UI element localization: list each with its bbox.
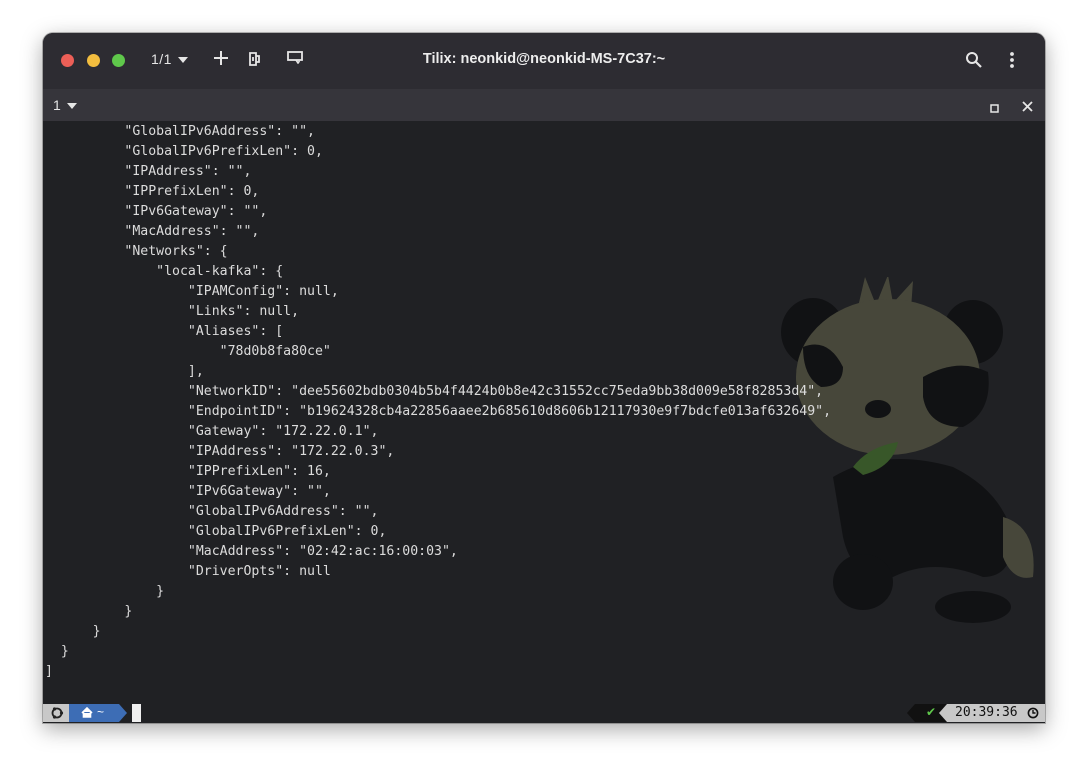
terminal-line: "Networks": {: [45, 244, 228, 259]
clock-icon: [1027, 707, 1039, 719]
search-icon[interactable]: [965, 51, 982, 73]
terminal-line: "GlobalIPv6Address": "",: [45, 504, 379, 519]
terminal-line: "local-kafka": {: [45, 264, 284, 279]
terminal-line: }: [45, 644, 69, 659]
clock-time: 20:39:36: [955, 705, 1018, 720]
terminal-line: "MacAddress": "02:42:ac:16:00:03",: [45, 544, 458, 559]
terminal-line: "IPAMConfig": null,: [45, 284, 339, 299]
terminal-tab-selector[interactable]: 1: [53, 97, 77, 113]
terminal-line: "GlobalIPv6Address": "",: [45, 124, 315, 139]
segment-separator: [119, 704, 127, 722]
terminal-tab-label: 1: [53, 97, 61, 113]
text-cursor: [132, 704, 141, 722]
terminal-line: "GlobalIPv6PrefixLen": 0,: [45, 144, 323, 159]
terminal-line: "IPv6Gateway": "",: [45, 204, 268, 219]
os-segment: [43, 704, 69, 722]
check-icon: ✔: [926, 705, 937, 719]
chevron-down-icon: [66, 103, 77, 110]
terminal-line: "Links": null,: [45, 304, 300, 319]
terminal-line: }: [45, 624, 101, 639]
terminal-line: "MacAddress": "",: [45, 224, 260, 239]
segment-separator: [939, 704, 947, 722]
ubuntu-logo-icon: [51, 707, 64, 719]
terminal-line: "IPv6Gateway": "",: [45, 484, 331, 499]
home-dir-segment: ~: [69, 704, 119, 722]
terminal-line: "IPPrefixLen": 0,: [45, 184, 260, 199]
terminal-line: "DriverOpts": null: [45, 564, 331, 579]
terminal-line: "IPAddress": "172.22.0.3",: [45, 444, 395, 459]
terminal-line: "Gateway": "172.22.0.1",: [45, 424, 379, 439]
terminal-line: }: [45, 584, 165, 599]
menu-kebab-icon[interactable]: [1009, 51, 1015, 74]
terminal-line: "IPAddress": "",: [45, 164, 252, 179]
terminal-line: "EndpointID": "b19624328cb4a22856aaee2b6…: [45, 404, 832, 419]
terminal-window: 1/1 Tilix: neonkid@neonkid-MS-7C37:~ 1 "…: [43, 33, 1045, 723]
terminal-line: "NetworkID": "dee55602bdb0304b5b4f4424b0…: [45, 384, 824, 399]
title-bar[interactable]: 1/1 Tilix: neonkid@neonkid-MS-7C37:~: [43, 33, 1045, 89]
terminal-line: ]: [45, 664, 53, 679]
window-title: Tilix: neonkid@neonkid-MS-7C37:~: [422, 51, 666, 67]
terminal-output-area[interactable]: "GlobalIPv6Address": "", "GlobalIPv6Pref…: [43, 121, 1045, 703]
terminal-line: "IPPrefixLen": 16,: [45, 464, 331, 479]
powerline-prompt: ~ ✔ 20:39:36: [43, 703, 1045, 723]
terminal-line: "78d0b8fa80ce": [45, 344, 331, 359]
terminal-line: }: [45, 604, 133, 619]
maximize-terminal-icon[interactable]: [990, 100, 999, 118]
close-terminal-icon[interactable]: [1022, 99, 1033, 117]
segment-separator: [907, 704, 915, 722]
clock-segment: 20:39:36: [947, 704, 1045, 722]
terminal-line: "GlobalIPv6PrefixLen": 0,: [45, 524, 387, 539]
terminal-line: "Aliases": [: [45, 324, 284, 339]
terminal-line: ],: [45, 364, 204, 379]
terminal-text: "GlobalIPv6Address": "", "GlobalIPv6Pref…: [45, 122, 831, 682]
terminal-tab-bar: 1: [43, 89, 1045, 121]
current-dir: ~: [97, 705, 105, 719]
home-icon: [81, 707, 93, 718]
